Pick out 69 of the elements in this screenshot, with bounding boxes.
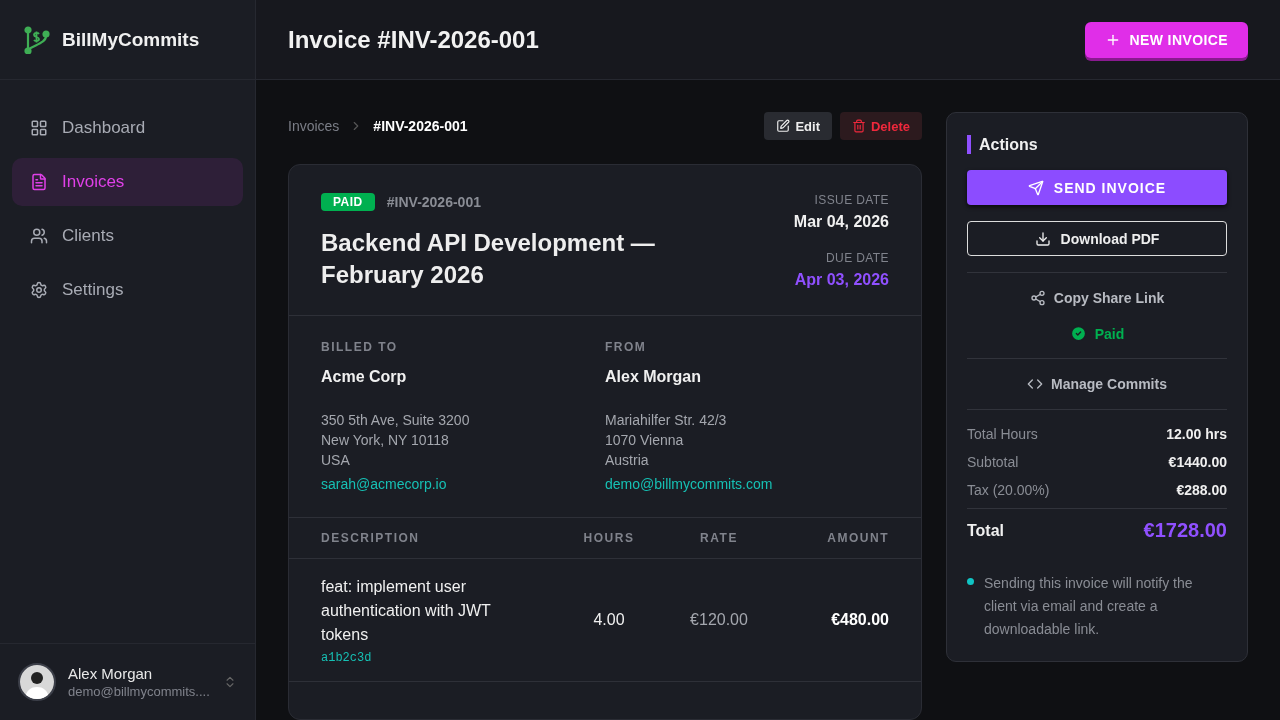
address-line: Mariahilfer Str. 42/3 [605,411,728,430]
trash-icon [851,119,866,133]
amount-cell-text: €480.00 [830,611,889,629]
info-note: Sending this invoice will notify the client via email and create a downloadable link. [984,574,1194,639]
nav-icon [30,281,48,299]
summary-value: €1440.00 [1168,454,1227,470]
nav-item[interactable]: Clients [12,212,243,260]
invoice-title: Backend API Development — February 2026 [321,228,656,290]
avatar [18,663,56,701]
date-label: ISSUE DATE [814,193,889,207]
date-label: DUE DATE [826,251,889,265]
delete-button[interactable]: Delete [839,112,922,140]
rate-cell-text: €120.00 [689,611,749,629]
address-line: Austria [605,451,650,470]
edit-button[interactable]: Edit [764,112,832,140]
summary-label: Subtotal [967,454,1019,470]
address-line: 350 5th Ave, Suite 3200 [321,411,471,430]
pencil-icon [776,119,791,133]
hours-cell-text: 4.00 [592,611,626,629]
status-text: Paid [1094,325,1125,342]
nav-icon [30,119,48,137]
nav-icon [30,173,48,191]
nav-item[interactable]: Invoices [12,158,243,206]
user-email: demo@billmycommits.... [68,684,211,699]
breadcrumb-item[interactable]: Invoices [288,118,340,134]
info-dot [967,578,974,585]
total-value: €1728.00 [1143,519,1227,542]
summary-value: 12.00 hrs [1166,426,1227,442]
email-link[interactable]: sarah@acmecorp.io [321,476,605,492]
email-link[interactable]: demo@billmycommits.com [605,476,889,492]
total-label: Total [967,521,1005,540]
manage-commits-button[interactable]: Manage Commits [1021,375,1173,393]
column-header: DESCRIPTION [321,531,421,545]
logo-icon [22,25,50,54]
nav-item[interactable]: Settings [12,266,243,314]
panel-title: Actions [967,135,1227,154]
nav-item[interactable]: Dashboard [12,104,243,152]
summary-label: Total Hours [967,426,1038,442]
address-line: New York, NY 10118 [321,431,450,450]
app-name: BillMyCommits [62,28,200,51]
party-name: Acme Corp [321,368,408,386]
item-description: feat: implement user authentication with JWT tokens [321,577,492,645]
download-icon [1034,230,1051,247]
party-name: Alex Morgan [605,368,702,386]
column-header: HOURS [582,531,636,545]
invoice-number: #INV-2026-001 [386,194,481,210]
status-badge: PAID [321,193,375,211]
party-label: BILLED TO [321,340,399,354]
send-invoice-button[interactable]: SEND INVOICE [967,170,1227,205]
page-title: Invoice #INV-2026-001 [288,25,539,54]
new-invoice-button[interactable]: NEW INVOICE [1085,21,1248,58]
address-line: USA [321,451,351,470]
summary-label: Tax (20.00%) [967,482,1050,498]
issue-date: Mar 04, 2026 [793,213,889,231]
copy-share-link-button[interactable]: Copy Share Link [1023,289,1171,307]
nav-icon [30,227,48,245]
commit-hash: a1b2c3d [321,651,373,665]
column-header: AMOUNT [826,531,889,545]
column-header: RATE [699,531,739,545]
summary-value: €288.00 [1176,482,1227,498]
party-label: FROM [605,340,648,354]
send-icon [1027,179,1044,196]
breadcrumb-item[interactable]: #INV-2026-001 [373,118,468,134]
address-line: 1070 Vienna [605,431,685,450]
code-icon [1027,376,1044,392]
download-pdf-button[interactable]: Download PDF [967,221,1227,256]
share-icon [1029,290,1046,306]
user-name: Alex Morgan [68,665,154,682]
due-date: Apr 03, 2026 [794,271,889,289]
